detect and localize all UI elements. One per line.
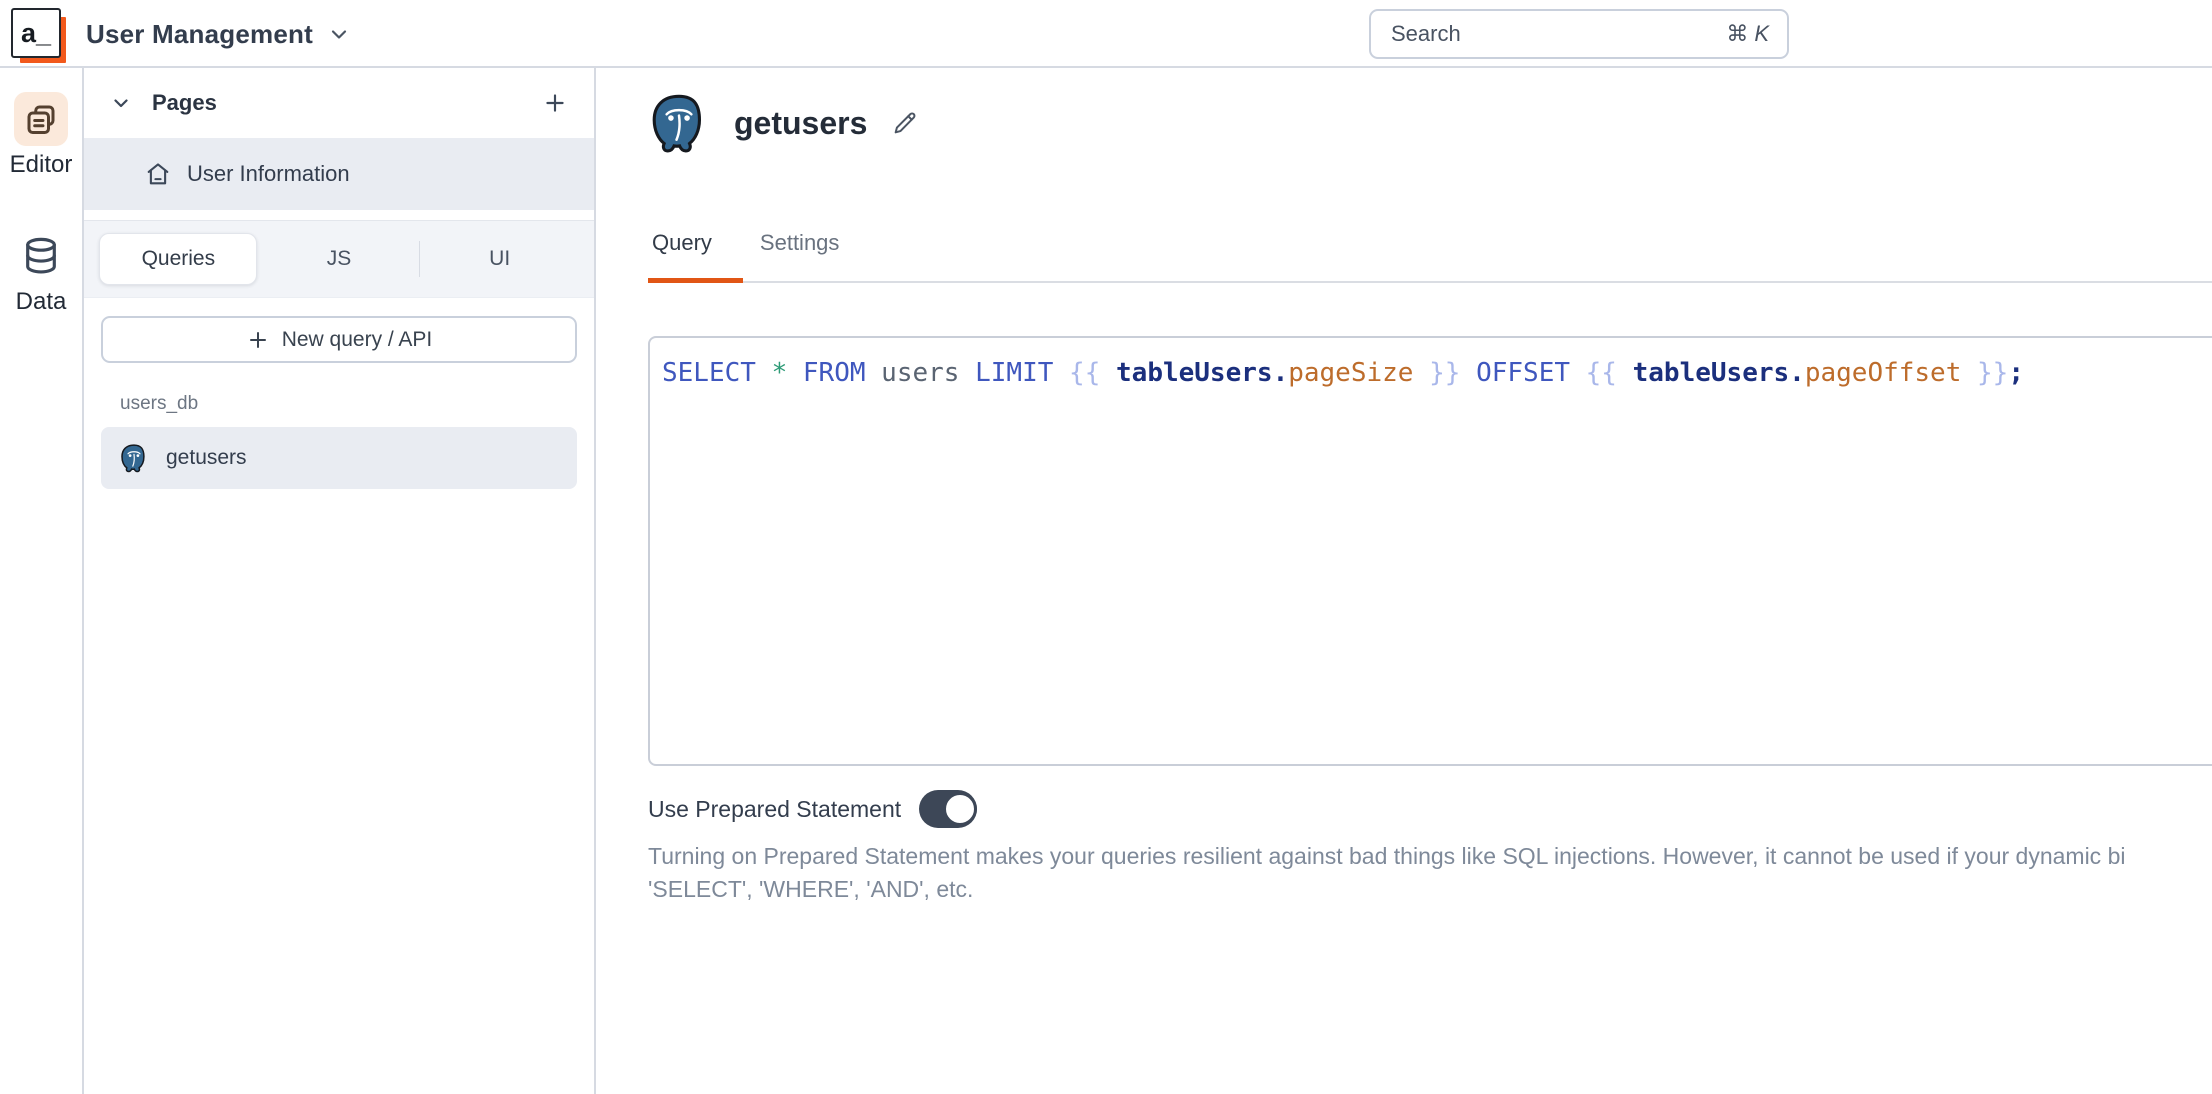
tab-js[interactable]: JS [259, 247, 420, 271]
plus-icon [246, 328, 270, 352]
edit-query-name-icon[interactable] [891, 109, 919, 137]
tab-queries[interactable]: Queries [99, 233, 258, 285]
datasource-group-label: users_db [120, 393, 199, 414]
command-icon: ⌘ [1726, 21, 1749, 46]
explorer-sidebar: Pages User Information Queries JS UI New… [84, 68, 596, 1094]
tab-query[interactable]: Query [652, 230, 712, 256]
rail-item-editor[interactable]: Editor [9, 92, 73, 179]
query-settings-tabs: Query Settings [652, 230, 839, 256]
entity-tabs: Queries JS UI [84, 220, 594, 298]
tab-baseline-divider [648, 281, 2212, 283]
prepared-statement-label: Use Prepared Statement [648, 795, 902, 822]
database-icon [14, 229, 68, 283]
pages-collapse-chevron-icon[interactable] [104, 86, 138, 120]
pages-title: Pages [152, 90, 217, 115]
tab-ui[interactable]: UI [419, 241, 580, 277]
tab-divider [419, 241, 421, 277]
help-line-1: Turning on Prepared Statement makes your… [648, 843, 2126, 869]
search-shortcut: ⌘ K [1726, 21, 1769, 46]
appsmith-logo[interactable]: a_ [11, 8, 61, 58]
postgres-icon [119, 443, 149, 473]
sql-code-line: SELECT * FROM users LIMIT {{ tableUsers.… [662, 358, 2024, 388]
active-tab-underline [648, 278, 743, 283]
rail-item-data[interactable]: Data [14, 229, 68, 316]
chevron-down-icon [327, 22, 351, 46]
sql-code-editor[interactable]: SELECT * FROM users LIMIT {{ tableUsers.… [648, 336, 2212, 766]
home-icon [144, 160, 172, 188]
query-header: getusers [648, 92, 919, 154]
prepared-statement-toggle[interactable] [919, 790, 978, 828]
search-input[interactable] [1389, 20, 1727, 48]
app-title-menu[interactable]: User Management [86, 0, 351, 68]
app-title: User Management [86, 18, 313, 49]
new-query-api-button[interactable]: New query / API [101, 316, 577, 363]
tab-settings[interactable]: Settings [760, 230, 840, 256]
prepared-statement-help: Turning on Prepared Statement makes your… [648, 840, 2125, 906]
help-line-2: 'SELECT', 'WHERE', 'AND', etc. [648, 876, 974, 902]
sidebar-query-getusers[interactable]: getusers [101, 427, 577, 489]
query-editor-pane: getusers Query Settings SELECT * FROM us… [596, 68, 2212, 1094]
query-name: getusers [734, 104, 868, 141]
toggle-knob [943, 792, 978, 826]
page-item-label: User Information [187, 161, 350, 186]
sidebar-page-user-information[interactable]: User Information [84, 138, 594, 210]
rail-label-editor: Editor [9, 151, 73, 178]
search-box[interactable]: ⌘K [1369, 9, 1789, 59]
add-page-button[interactable] [538, 86, 572, 120]
prepared-statement-row: Use Prepared Statement [648, 790, 978, 828]
top-bar: a_ User Management ⌘K [0, 0, 2212, 68]
query-item-label: getusers [166, 446, 247, 469]
editor-pages-icon [13, 92, 68, 146]
rail-label-data: Data [15, 288, 67, 315]
pages-header: Pages [84, 68, 594, 138]
appsmith-logo-text: a_ [20, 17, 52, 48]
left-rail: Editor Data [0, 68, 84, 1094]
postgres-icon-large [648, 92, 710, 154]
